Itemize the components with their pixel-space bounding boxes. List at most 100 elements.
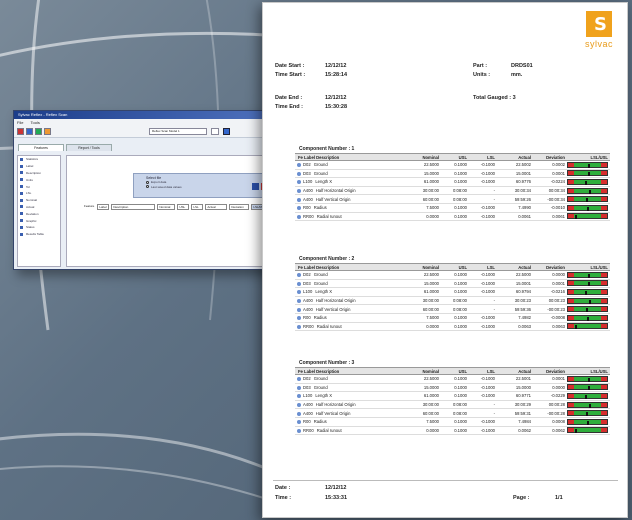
menu-file[interactable]: File	[17, 120, 23, 125]
sidebar-item[interactable]: Results Table	[18, 231, 60, 238]
lsl-cell: -0.1000	[469, 203, 497, 213]
sidebar-item[interactable]: Nominal	[18, 197, 60, 204]
column-header: Fe Label Description	[295, 153, 407, 161]
deviation-cell: 00:00:34	[533, 186, 567, 196]
sidebar-item[interactable]: LSL	[18, 190, 60, 197]
column-header: LSL	[469, 367, 497, 375]
tab-report-tools[interactable]: Report / Tools	[66, 144, 112, 151]
in-tolerance-zone	[574, 393, 601, 399]
feature-cell: A400 Half Horizontal Origin	[295, 186, 407, 196]
feature-icon	[297, 171, 301, 176]
nominal-cell: 22.5000	[407, 270, 441, 280]
tolerance-gauge-cell	[567, 203, 610, 213]
feature-icon	[297, 281, 301, 286]
go-button[interactable]	[223, 128, 230, 135]
sidebar-item[interactable]: Statistics	[18, 156, 60, 163]
usl-cell: 0.1000	[441, 203, 469, 213]
print-icon[interactable]	[44, 128, 51, 135]
time-start-value: 15:28:14	[325, 72, 348, 78]
header-blank-area	[273, 7, 385, 59]
feature-description: Half Vertical Origin	[315, 196, 351, 202]
tolerance-gauge	[567, 306, 608, 313]
tab-features[interactable]: Features	[18, 144, 64, 151]
filter-nominal[interactable]: Nominal	[157, 204, 176, 210]
usl-cell: 0:08:00	[441, 186, 469, 196]
footer-time-label: Time :	[275, 495, 292, 501]
tolerance-gauge	[567, 213, 608, 220]
gauge-marker	[588, 189, 591, 194]
footer-time-value: 15:33:31	[325, 495, 348, 501]
actual-cell: 0.0063	[497, 322, 533, 332]
gauge-marker	[584, 180, 587, 185]
feature-icon	[297, 394, 301, 399]
feature-cell: D03 Ground	[295, 279, 407, 289]
menu-tools[interactable]: Tools	[31, 120, 40, 125]
feature-label: D02	[303, 376, 311, 382]
deviation-cell: 0.0008	[533, 417, 567, 427]
sidebar-item[interactable]: Description	[18, 170, 60, 177]
time-end-label: Time End :	[275, 104, 304, 110]
tolerance-gauge	[567, 323, 608, 330]
tolerance-gauge-cell	[567, 270, 610, 280]
feature-label: RR00	[303, 427, 314, 433]
units-label: Units :	[473, 72, 491, 78]
feature-cell: RR00 Radial runout	[295, 322, 407, 332]
feature-icon	[297, 324, 301, 329]
usl-zone	[601, 428, 607, 433]
filter-deviation[interactable]: Deviation	[229, 204, 250, 210]
in-tolerance-zone	[574, 171, 601, 177]
in-tolerance-zone	[574, 419, 601, 425]
sidebar-item[interactable]: Deviation	[18, 210, 60, 217]
footer-date-value: 12/12/12	[325, 485, 347, 491]
nominal-cell: 0.0000	[407, 426, 441, 436]
deviation-cell: 0.0002	[533, 160, 567, 170]
tolerance-gauge	[567, 288, 608, 295]
radio-icon[interactable]	[146, 185, 149, 189]
filter-label[interactable]: Label	[97, 204, 110, 210]
feature-cell: R00 Radius	[295, 313, 407, 323]
feature-icon	[297, 316, 301, 321]
feature-description: Radial runout	[316, 213, 342, 219]
filter-actual[interactable]: Actual	[205, 204, 228, 210]
part-value: DRDS01	[511, 63, 533, 69]
tolerance-gauge	[567, 392, 608, 399]
feature-description: Length X	[315, 393, 333, 399]
sidebar-item[interactable]: Actual	[18, 204, 60, 211]
model-select[interactable]: Reflex Scan Model 1	[149, 128, 207, 135]
sidebar-item[interactable]: Graphic	[18, 217, 60, 224]
feature-label: A400	[303, 196, 313, 202]
export-icon[interactable]	[252, 183, 259, 190]
column-header: USL	[441, 153, 469, 161]
usl-zone	[601, 214, 607, 219]
tolerance-gauge	[567, 271, 608, 278]
option-select[interactable]	[211, 128, 219, 135]
sidebar-item[interactable]: Units	[18, 176, 60, 183]
date-end-value: 12/12/12	[325, 95, 347, 101]
item-icon	[20, 157, 23, 161]
run-icon[interactable]	[35, 128, 42, 135]
radio-icon[interactable]	[146, 180, 149, 184]
filter-lsl[interactable]: LSL	[191, 204, 204, 210]
sidebar-item[interactable]: Tol	[18, 183, 60, 190]
tolerance-gauge-cell	[567, 177, 610, 187]
sidebar-item[interactable]: Status	[18, 224, 60, 231]
open-icon[interactable]	[17, 128, 24, 135]
nominal-cell: 15.0000	[407, 383, 441, 393]
filter-usl[interactable]: USL	[177, 204, 190, 210]
gauge-marker	[575, 429, 578, 434]
sidebar-item[interactable]: Label	[18, 163, 60, 170]
filter-description[interactable]: Description	[111, 204, 156, 210]
nominal-cell: 30:00:00	[407, 400, 441, 410]
gauge-marker	[584, 290, 587, 295]
save-icon[interactable]	[26, 128, 33, 135]
tolerance-gauge-cell	[567, 296, 610, 306]
feature-label: R00	[303, 419, 311, 425]
feature-label: A400	[303, 402, 313, 408]
usl-zone	[601, 402, 607, 407]
usl-cell: 0.1000	[441, 212, 469, 222]
in-tolerance-zone	[574, 307, 601, 313]
table-row: D03 Ground 15.0000 0.1000 -0.1000 15.0001 0.00…	[295, 169, 610, 179]
usl-zone	[601, 315, 607, 320]
lsl-cell: -0.1000	[469, 169, 497, 179]
in-tolerance-zone	[574, 205, 601, 211]
